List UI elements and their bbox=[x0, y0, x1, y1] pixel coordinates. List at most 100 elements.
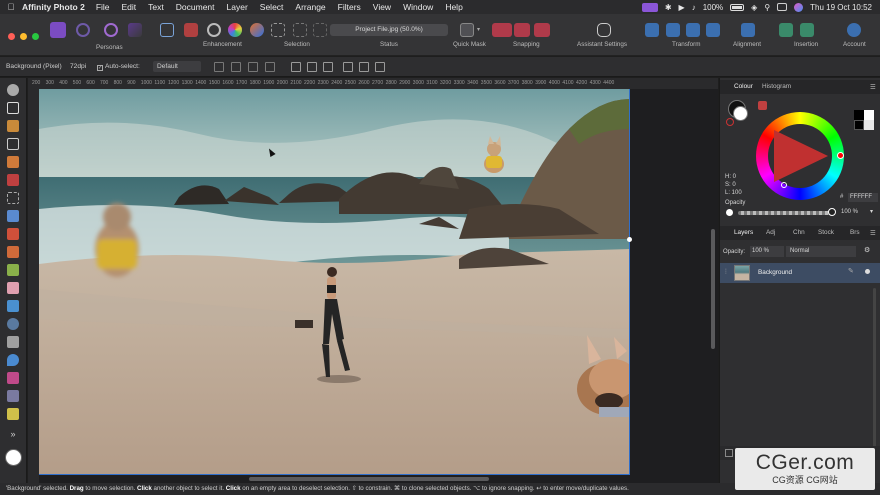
snapping-mode-icon[interactable] bbox=[534, 23, 550, 37]
auto-contrast-icon[interactable] bbox=[207, 23, 221, 37]
flood-select-tool-icon[interactable] bbox=[7, 174, 19, 186]
tone-mapping-persona-icon[interactable] bbox=[128, 23, 142, 37]
layer-name[interactable]: Background bbox=[758, 269, 792, 276]
menu-arrange[interactable]: Arrange bbox=[295, 2, 325, 12]
align-bottom-icon[interactable] bbox=[375, 62, 385, 72]
search-icon[interactable]: ⚲ bbox=[764, 3, 770, 12]
insert-top-icon[interactable] bbox=[779, 23, 793, 37]
invert-selection-icon[interactable] bbox=[313, 23, 327, 37]
layer-lock-icon[interactable]: ✎ bbox=[848, 267, 854, 275]
tab-adjustments[interactable]: Adj bbox=[766, 229, 775, 236]
canvas[interactable] bbox=[39, 89, 718, 483]
tab-brushes[interactable]: Brs bbox=[850, 229, 860, 236]
selection-brush-tool-icon[interactable] bbox=[7, 156, 19, 168]
panel-menu-icon[interactable]: ☰ bbox=[870, 83, 876, 91]
show-alignment-handles-icon[interactable] bbox=[265, 62, 275, 72]
show-selection-box-icon[interactable] bbox=[248, 62, 258, 72]
foreground-colour-swatch[interactable] bbox=[5, 449, 22, 466]
screen-record-icon[interactable] bbox=[641, 2, 658, 12]
align-left-icon[interactable] bbox=[291, 62, 301, 72]
menu-help[interactable]: Help bbox=[445, 2, 462, 12]
vertical-scrollbar[interactable] bbox=[711, 229, 715, 349]
menu-filters[interactable]: Filters bbox=[338, 2, 361, 12]
black-swatch[interactable] bbox=[854, 110, 864, 120]
layer-row-background[interactable]: ⋮ Background ✎ bbox=[720, 263, 880, 283]
rotate-right-icon[interactable] bbox=[706, 23, 720, 37]
select-all-icon[interactable] bbox=[271, 23, 285, 37]
align-top-icon[interactable] bbox=[343, 62, 353, 72]
dodge-tool-icon[interactable] bbox=[7, 318, 19, 330]
grey-swatch[interactable] bbox=[854, 120, 864, 130]
layers-menu-icon[interactable]: ☰ bbox=[870, 229, 876, 237]
more-tools-icon[interactable]: » bbox=[7, 428, 19, 440]
play-icon[interactable]: ▶ bbox=[679, 3, 685, 12]
develop-persona-icon[interactable] bbox=[104, 23, 118, 37]
clock[interactable]: Thu 19 Oct 10:52 bbox=[810, 3, 872, 12]
align-center-icon[interactable] bbox=[307, 62, 317, 72]
deselect-icon[interactable] bbox=[293, 23, 307, 37]
clone-tool-icon[interactable] bbox=[7, 336, 19, 348]
menu-view[interactable]: View bbox=[373, 2, 391, 12]
opacity-value[interactable]: 100 % bbox=[841, 209, 858, 215]
pixel-tool-icon[interactable] bbox=[7, 246, 19, 258]
opacity-slider-handle[interactable] bbox=[828, 208, 836, 216]
menu-text[interactable]: Text bbox=[148, 2, 164, 12]
hex-field[interactable]: FFFFFF bbox=[848, 193, 878, 202]
opacity-stepper-icon[interactable]: ▾ bbox=[870, 208, 873, 215]
eyedropper-icon[interactable] bbox=[758, 101, 767, 110]
menu-document[interactable]: Document bbox=[176, 2, 215, 12]
wifi-icon[interactable]: ◈ bbox=[751, 3, 757, 12]
opacity-slider[interactable] bbox=[738, 211, 834, 215]
auto-colour-icon[interactable] bbox=[228, 23, 242, 37]
colour-picker-tool-icon[interactable] bbox=[7, 120, 19, 132]
horizontal-ruler[interactable]: 200 300 400 500 600 700 800 900 1000 1100 1200 1300… bbox=[28, 78, 718, 89]
zoom-window-button[interactable] bbox=[32, 33, 39, 40]
layer-expand-icon[interactable]: ⋮ bbox=[723, 268, 729, 275]
marquee-tool-icon[interactable] bbox=[7, 192, 19, 204]
align-right-icon[interactable] bbox=[323, 62, 333, 72]
menu-window[interactable]: Window bbox=[403, 2, 433, 12]
paint-brush-tool-icon[interactable] bbox=[7, 228, 19, 240]
auto-select-toggle[interactable]: ✓ Auto-select: bbox=[97, 63, 140, 71]
align-icon[interactable] bbox=[741, 23, 755, 37]
close-window-button[interactable] bbox=[8, 33, 15, 40]
layer-opacity-value[interactable]: 100 % bbox=[750, 246, 784, 257]
horizontal-scrollbar[interactable] bbox=[249, 477, 489, 481]
apple-menu-icon[interactable]:  bbox=[0, 2, 22, 12]
tab-layers[interactable]: Layers bbox=[734, 229, 753, 236]
show-bounding-box-icon[interactable] bbox=[231, 62, 241, 72]
colour-replacement-tool-icon[interactable] bbox=[7, 264, 19, 276]
app-menu[interactable]: Affinity Photo 2 bbox=[22, 2, 85, 12]
fill-tool-icon[interactable] bbox=[7, 300, 19, 312]
selection-handle[interactable] bbox=[627, 237, 632, 242]
sound-icon[interactable]: ♪ bbox=[692, 3, 696, 12]
no-colour-icon[interactable] bbox=[726, 118, 734, 126]
layer-thumbnail[interactable] bbox=[734, 265, 750, 281]
colour-triangle[interactable] bbox=[774, 130, 828, 182]
quick-mask-dropdown-icon[interactable]: ▾ bbox=[477, 26, 485, 34]
minimize-window-button[interactable] bbox=[20, 33, 27, 40]
pen-tool-icon[interactable] bbox=[7, 390, 19, 402]
layer-fx-icon[interactable] bbox=[725, 449, 733, 457]
move-tool-icon[interactable] bbox=[7, 102, 19, 114]
tab-colour[interactable]: Colour bbox=[734, 83, 753, 90]
auto-select-dropdown[interactable]: Default bbox=[153, 61, 201, 72]
assistant-icon[interactable] bbox=[597, 23, 611, 37]
flip-horizontal-icon[interactable] bbox=[645, 23, 659, 37]
selection-box[interactable] bbox=[39, 89, 630, 475]
layer-visibility-icon[interactable] bbox=[865, 269, 870, 274]
stroke-swatch[interactable] bbox=[733, 106, 748, 121]
white-swatch[interactable] bbox=[864, 110, 874, 120]
checkbox-icon[interactable]: ✓ bbox=[97, 65, 103, 71]
layer-options-icon[interactable]: ⚙ bbox=[864, 246, 870, 254]
triangle-picker[interactable] bbox=[781, 182, 787, 188]
tab-channels[interactable]: Chn bbox=[793, 229, 805, 236]
adjustment-icon[interactable] bbox=[184, 23, 198, 37]
transform-origin-icon[interactable] bbox=[214, 62, 224, 72]
layers-scrollbar[interactable] bbox=[873, 288, 876, 448]
auto-white-balance-icon[interactable] bbox=[250, 23, 264, 37]
blur-brush-tool-icon[interactable] bbox=[7, 354, 19, 366]
hue-picker[interactable] bbox=[837, 152, 844, 159]
control-centre-icon[interactable] bbox=[777, 3, 788, 11]
snapping-options-icon[interactable] bbox=[514, 23, 530, 37]
